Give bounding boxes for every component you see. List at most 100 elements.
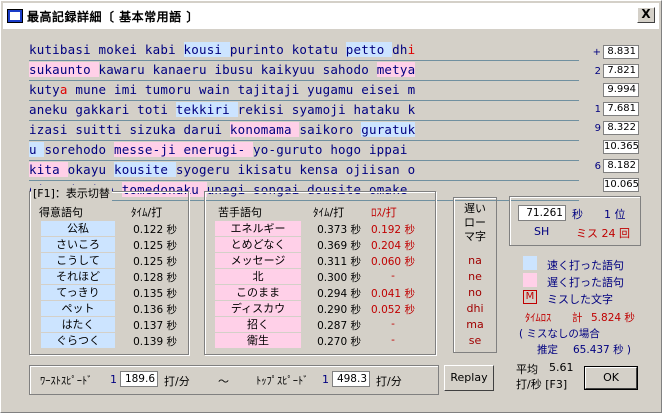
good-time: 0.135 秒 bbox=[133, 288, 177, 300]
fast-swatch bbox=[523, 256, 537, 270]
bad-word: 招く bbox=[215, 317, 301, 332]
app-icon bbox=[7, 9, 23, 23]
replay-button[interactable]: Replay bbox=[444, 365, 494, 391]
slow-romaji-item: ma bbox=[466, 318, 484, 331]
romaji-line: kutibasi mokei kabi kousi purinto kotatu… bbox=[29, 41, 579, 61]
romaji-segment: darui bbox=[183, 122, 230, 137]
score-rank: 6 bbox=[594, 160, 601, 172]
timeloss-total-label: 計 bbox=[572, 312, 583, 324]
score-row: 2 7.821 bbox=[585, 62, 639, 80]
score-row: 1 7.681 bbox=[585, 100, 639, 118]
slow-title-3: マ字 bbox=[464, 230, 486, 243]
top-speed-value: 498.3 bbox=[332, 371, 370, 387]
romaji-line: u sorehodo messe-ji enerugi- yo-guruto h… bbox=[29, 141, 579, 161]
estimate-value: 65.437 秒 ) bbox=[573, 344, 632, 356]
speed-panel: ﾜｰｽﾄｽﾋﾟｰﾄﾞ 1 189.6 打/分 〜 ﾄｯﾌﾟｽﾋﾟｰﾄﾞ 1 49… bbox=[29, 365, 439, 395]
romaji-segment: m bbox=[407, 82, 416, 97]
bad-word: メッセージ bbox=[215, 253, 301, 268]
bad-loss: 0.060 秒 bbox=[371, 256, 415, 268]
romaji-text-area: kutibasi mokei kabi kousi purinto kotatu… bbox=[29, 41, 579, 201]
romaji-segment: kawaru bbox=[98, 62, 153, 77]
romaji-line: sukaunto kawaru kanaeru ibusu kaikyuu sa… bbox=[29, 61, 579, 81]
score-row: 10.065 bbox=[585, 176, 639, 194]
score-value: 8.322 bbox=[603, 121, 639, 135]
romaji-segment: hogo bbox=[330, 142, 369, 157]
slow-romaji-item: se bbox=[468, 334, 482, 347]
close-button[interactable]: X bbox=[637, 7, 655, 23]
romaji-segment: purinto bbox=[229, 42, 292, 57]
romaji-segment: hataku bbox=[353, 102, 408, 117]
slow-romaji-item: no bbox=[468, 286, 482, 299]
slow-romaji-item: ne bbox=[468, 270, 482, 283]
good-head-word: 得意語句 bbox=[39, 206, 83, 219]
romaji-segment: syogeru bbox=[175, 162, 238, 177]
romaji-slow-segment: sukaunto bbox=[29, 62, 99, 77]
romaji-slow-segment: enerugi- bbox=[183, 142, 254, 157]
bad-time: 0.270 秒 bbox=[317, 336, 361, 348]
romaji-segment: kensa bbox=[299, 162, 346, 177]
romaji-segment: kuty bbox=[29, 82, 60, 97]
good-word: さいころ bbox=[41, 237, 115, 252]
ok-button[interactable]: OK bbox=[584, 366, 638, 390]
nomiss-note: ( ミスなしの場合 bbox=[519, 328, 600, 340]
score-row: +8.831 bbox=[585, 43, 639, 61]
window-title: 最高記録詳細〔 基本常用語 〕 bbox=[27, 9, 199, 24]
good-word: てっきり bbox=[41, 285, 115, 300]
miss-count: ミス 24 回 bbox=[576, 227, 630, 240]
line-scores: +8.831 2 7.821 9.994 1 7.681 9 8.322 10.365 6 8.18… bbox=[585, 43, 639, 195]
romaji-fast-segment: kousite bbox=[114, 162, 176, 177]
worst-speed-value: 189.6 bbox=[120, 371, 158, 387]
good-word: ぐらつく bbox=[41, 333, 115, 348]
romaji-fast-segment: petto bbox=[345, 42, 393, 57]
rank-label: 1 位 bbox=[604, 208, 626, 221]
romaji-segment: eisei bbox=[361, 82, 408, 97]
bad-time: 0.290 秒 bbox=[317, 304, 361, 316]
good-time: 0.137 秒 bbox=[133, 320, 177, 332]
dialog-window: 最高記録詳細〔 基本常用語 〕 X kutibasi mokei kabi ko… bbox=[0, 0, 662, 413]
bad-word: 衛生 bbox=[215, 333, 301, 348]
score-rank: 2 bbox=[594, 65, 601, 77]
time-unit: 秒 bbox=[572, 208, 583, 221]
romaji-segment: toti bbox=[137, 102, 176, 117]
title-bar: 最高記録詳細〔 基本常用語 〕 X bbox=[3, 3, 659, 29]
bad-word: このまま bbox=[215, 285, 301, 300]
romaji-segment: ibusu bbox=[214, 62, 261, 77]
romaji-segment: mokei bbox=[98, 42, 145, 57]
romaji-segment: suitti bbox=[75, 122, 130, 137]
good-time: 0.136 秒 bbox=[133, 304, 177, 316]
good-word: こうして bbox=[41, 253, 115, 268]
score-row: 9 8.322 bbox=[585, 119, 639, 137]
romaji-segment: tajitaji bbox=[237, 82, 308, 97]
good-time: 0.125 秒 bbox=[133, 240, 177, 252]
bad-loss: - bbox=[391, 318, 395, 330]
romaji-segment: rekisi bbox=[237, 102, 292, 117]
bad-loss: 0.204 秒 bbox=[371, 240, 415, 252]
bad-time: 0.369 秒 bbox=[317, 240, 361, 252]
top-speed-n: 1 bbox=[322, 373, 329, 386]
score-value: 8.182 bbox=[603, 159, 639, 173]
avg-label: 平均 bbox=[516, 363, 538, 376]
legend-fast: 速く打った語句 bbox=[547, 259, 624, 272]
romaji-slow-segment: konomama bbox=[229, 122, 300, 137]
bad-time: 0.311 秒 bbox=[317, 256, 361, 268]
bad-time: 0.294 秒 bbox=[317, 288, 361, 300]
score-value: 8.831 bbox=[603, 45, 639, 59]
score-value: 7.681 bbox=[603, 102, 639, 116]
slow-romaji-item: na bbox=[468, 254, 482, 267]
score-value: 10.365 bbox=[603, 140, 639, 154]
romaji-miss-segment: a bbox=[59, 82, 68, 97]
score-rank: + bbox=[592, 46, 601, 58]
romaji-segment: o bbox=[407, 162, 416, 177]
romaji-segment: wain bbox=[199, 82, 238, 97]
romaji-segment: syamoji bbox=[291, 102, 354, 117]
romaji-segment: kabi bbox=[144, 42, 184, 57]
romaji-line: kita okayu kousite syogeru ikisatu kensa… bbox=[29, 161, 579, 181]
romaji-segment: sizuka bbox=[129, 122, 184, 137]
romaji-miss-segment: i bbox=[407, 42, 416, 57]
romaji-segment: okayu bbox=[67, 162, 114, 177]
romaji-slow-segment: messe-ji bbox=[113, 142, 184, 157]
romaji-segment: saikoro bbox=[299, 122, 362, 137]
bad-head-word: 苦手語句 bbox=[218, 206, 262, 219]
bad-loss: - bbox=[391, 334, 395, 346]
score-row: 6 8.182 bbox=[585, 157, 639, 175]
